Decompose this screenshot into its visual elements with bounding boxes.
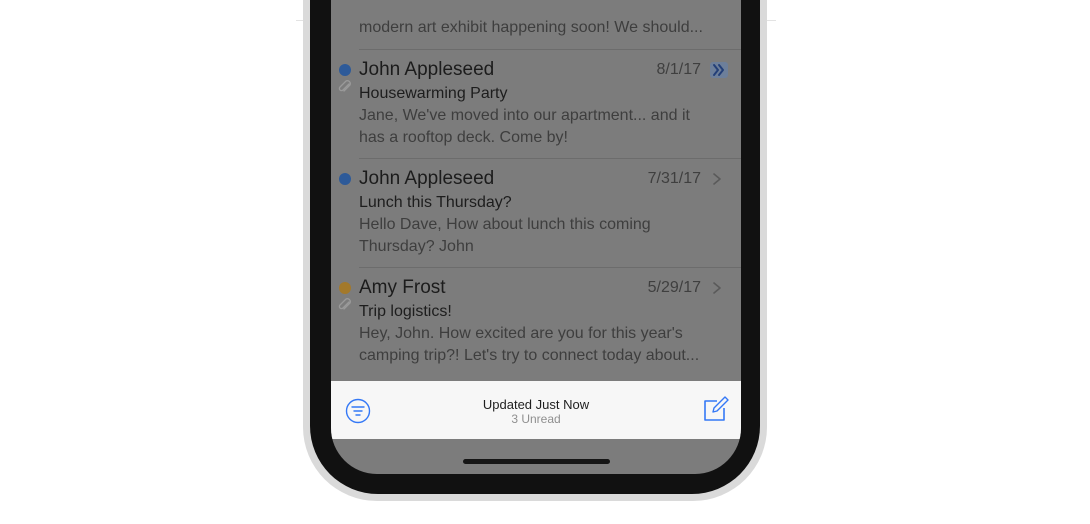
home-indicator[interactable] xyxy=(463,459,610,464)
chevron-right-icon[interactable] xyxy=(711,172,723,186)
message-row[interactable]: Amy Frost 5/29/17 Trip logistics! Hey, J… xyxy=(331,268,741,381)
chevron-right-icon[interactable] xyxy=(711,281,723,295)
message-date: 8/1/17 xyxy=(656,61,701,78)
double-chevron-icon[interactable] xyxy=(710,62,728,78)
flag-dot-icon xyxy=(339,282,351,294)
message-subject: Housewarming Party xyxy=(359,85,508,102)
sender-name: Amy Frost xyxy=(359,277,446,298)
attachment-icon xyxy=(338,298,351,310)
unread-dot-icon xyxy=(339,64,351,76)
mail-screen: modern art exhibit happening soon! We sh… xyxy=(331,0,741,474)
sync-status: Updated Just Now xyxy=(482,397,590,412)
compose-icon[interactable] xyxy=(703,395,729,423)
message-preview: Hey, John. How excited are you for this … xyxy=(359,325,700,364)
unread-count: 3 Unread xyxy=(511,412,561,426)
message-preview: Jane, We've moved into our apartment... … xyxy=(359,107,690,146)
message-row[interactable]: John Appleseed 7/31/17 Lunch this Thursd… xyxy=(331,159,741,267)
sender-name: John Appleseed xyxy=(359,59,495,80)
message-row[interactable]: John Appleseed 8/1/17 Housewarming Party… xyxy=(331,50,741,158)
previous-message-preview[interactable]: modern art exhibit happening soon! We sh… xyxy=(359,19,703,37)
attachment-icon xyxy=(338,80,351,92)
message-subject: Trip logistics! xyxy=(359,303,452,320)
message-date: 5/29/17 xyxy=(647,279,701,296)
message-subject: Lunch this Thursday? xyxy=(359,194,512,211)
unread-dot-icon xyxy=(339,173,351,185)
message-preview: Hello Dave, How about lunch this coming … xyxy=(359,216,651,255)
sender-name: John Appleseed xyxy=(359,168,495,189)
message-date: 7/31/17 xyxy=(647,170,701,187)
bottom-toolbar: Updated Just Now 3 Unread xyxy=(331,381,741,439)
